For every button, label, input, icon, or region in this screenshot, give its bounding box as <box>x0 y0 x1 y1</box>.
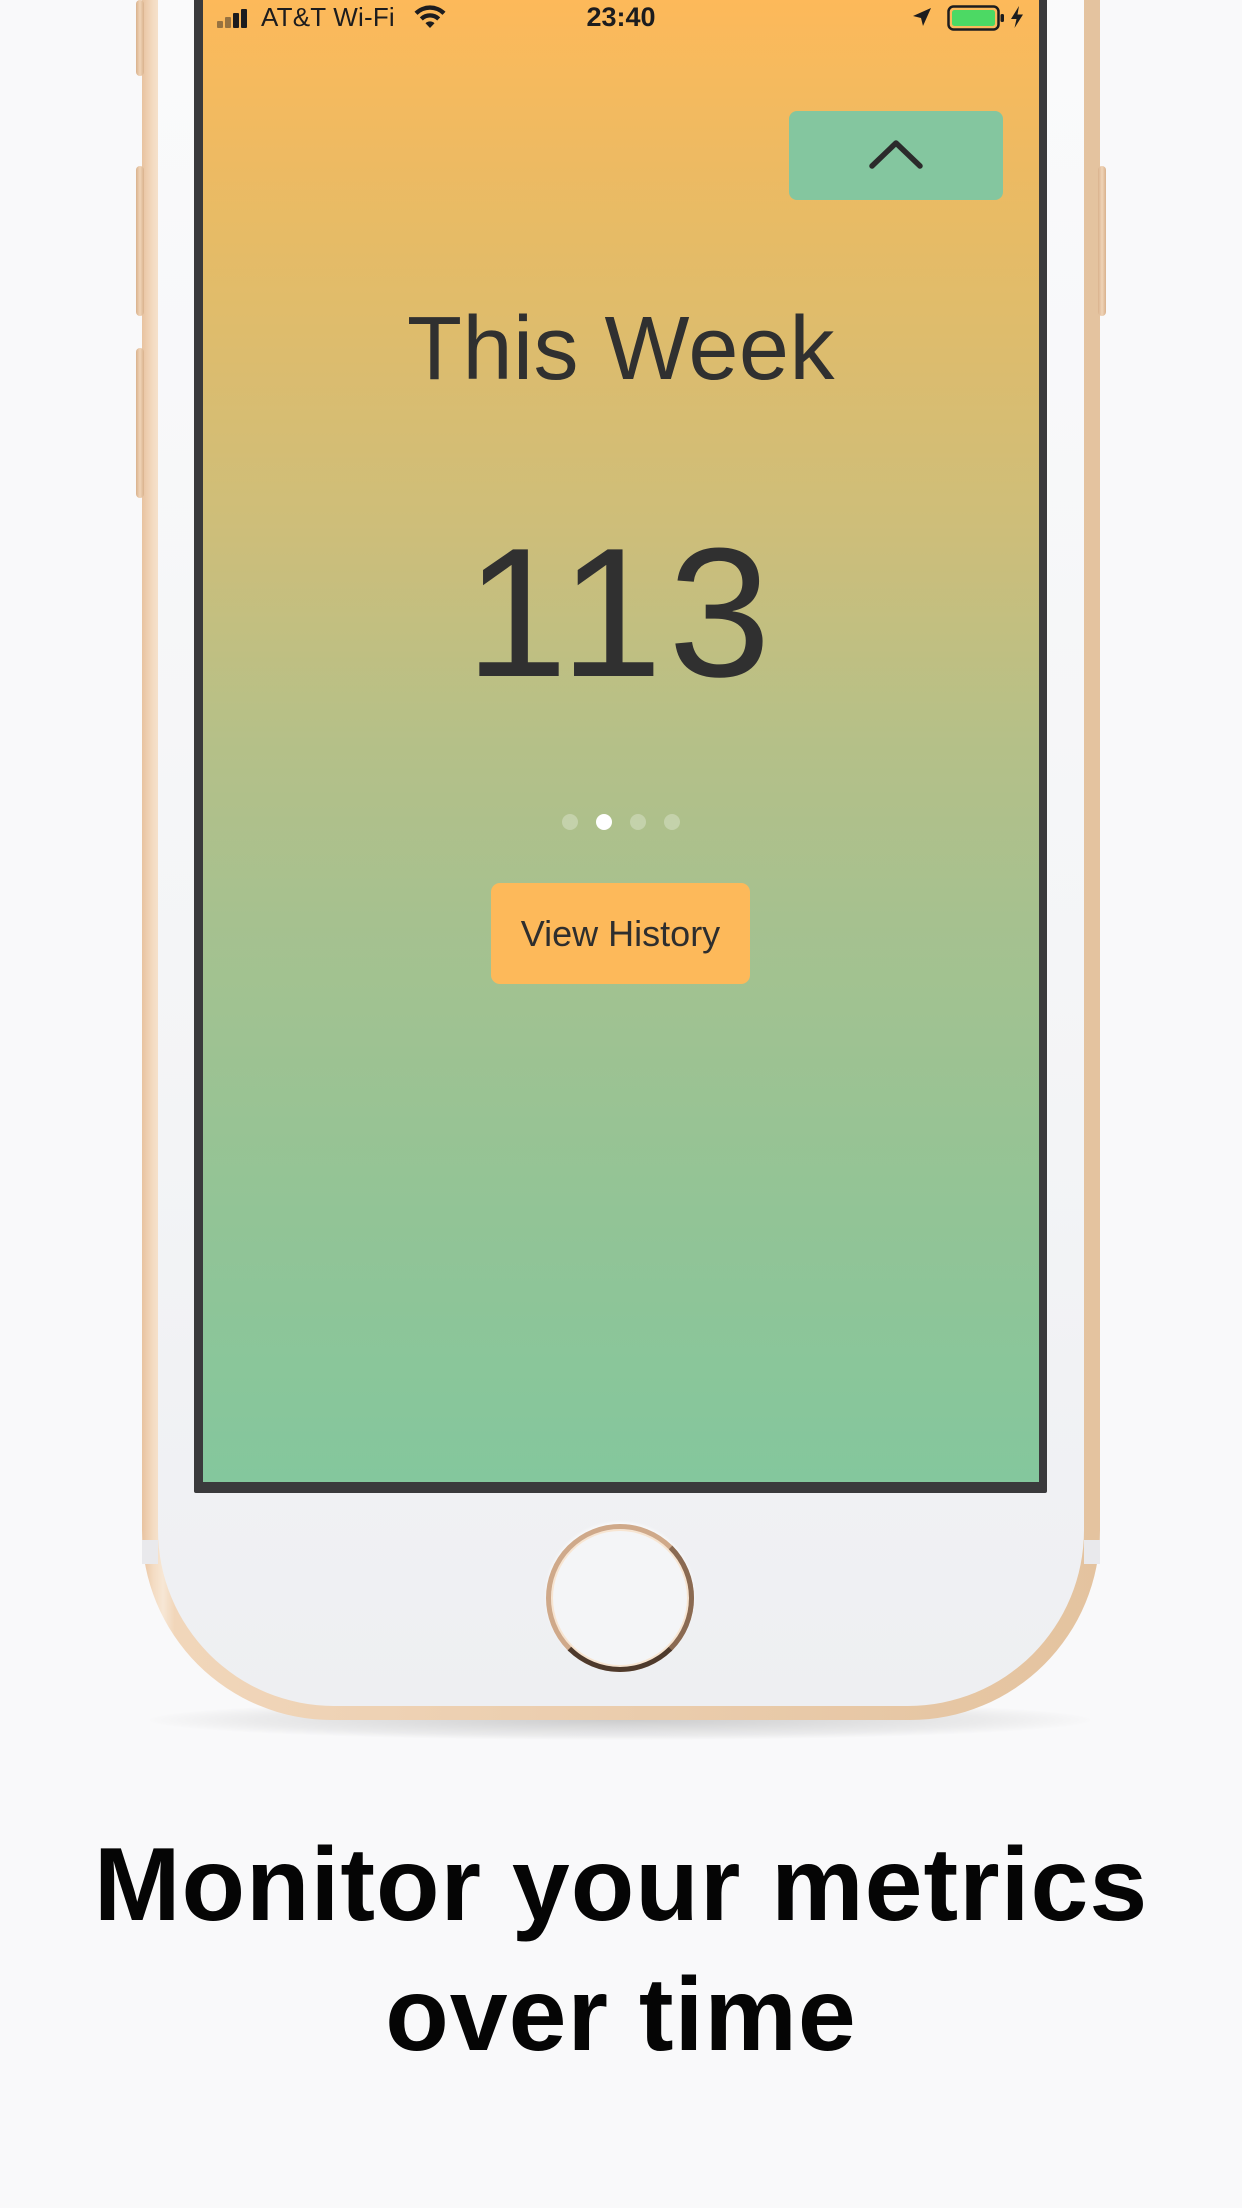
marketing-caption: Monitor your metrics over time <box>0 1820 1242 2080</box>
home-button[interactable] <box>546 1524 694 1672</box>
period-title: This Week <box>407 299 835 399</box>
caption-line-2: over time <box>385 1957 857 2073</box>
view-history-button[interactable]: View History <box>491 883 750 984</box>
mute-switch <box>136 0 144 76</box>
battery-icon <box>947 5 1004 31</box>
status-bar: AT&T Wi-Fi 23:40 <box>203 0 1039 36</box>
page-dot-4[interactable] <box>664 814 680 830</box>
location-arrow-icon <box>913 8 931 26</box>
page-indicator[interactable] <box>203 814 1039 834</box>
app-screen: AT&T Wi-Fi 23:40 This Week 113 View Hist… <box>203 0 1039 1482</box>
antenna-band-right <box>1084 1540 1100 1564</box>
chevron-up-icon <box>869 140 923 169</box>
volume-up-button <box>136 166 144 316</box>
antenna-band-left <box>142 1540 158 1564</box>
page-dot-1[interactable] <box>562 814 578 830</box>
collapse-button[interactable] <box>789 111 1003 200</box>
charging-bolt-icon <box>1011 6 1023 28</box>
page-dot-2[interactable] <box>596 814 612 830</box>
caption-line-1: Monitor your metrics <box>93 1827 1149 1943</box>
metric-value: 113 <box>465 509 777 715</box>
page-dot-3[interactable] <box>630 814 646 830</box>
volume-down-button <box>136 348 144 498</box>
power-button <box>1098 166 1106 316</box>
